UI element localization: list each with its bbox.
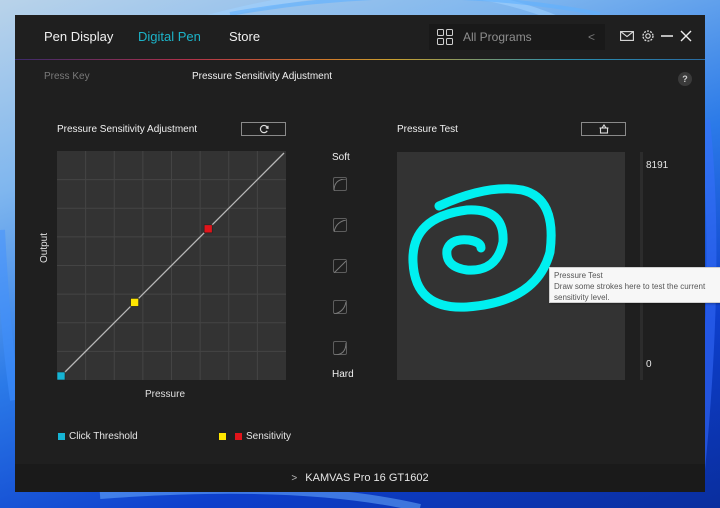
legend-click-threshold: Click Threshold: [58, 431, 138, 442]
click-threshold-label: Click Threshold: [69, 431, 138, 442]
refresh-icon: [259, 124, 269, 134]
all-programs-label: All Programs: [463, 30, 532, 44]
legend-sensitivity: Sensitivity: [219, 431, 291, 442]
device-name: KAMVAS Pro 16 GT1602: [305, 472, 429, 484]
mail-icon[interactable]: [618, 27, 636, 45]
gear-icon[interactable]: [639, 27, 657, 45]
subnav-pressure-sensitivity[interactable]: Pressure Sensitivity Adjustment: [192, 71, 332, 82]
soft-label: Soft: [332, 152, 350, 163]
pressure-curve-line: [60, 152, 285, 377]
sensitivity-high-handle[interactable]: [203, 224, 213, 234]
sensitivity-low-swatch: [219, 433, 226, 440]
chevron-right-icon: >: [291, 472, 298, 484]
pressure-min-label: 0: [646, 359, 652, 370]
preset-linear[interactable]: [333, 259, 347, 274]
header-divider: [15, 59, 705, 60]
tooltip-body: Draw some strokes here to test the curre…: [554, 282, 706, 302]
click-threshold-swatch: [58, 433, 65, 440]
device-selector[interactable]: > KAMVAS Pro 16 GT1602: [15, 464, 705, 492]
preset-hardest[interactable]: [333, 341, 347, 356]
pressure-test-canvas[interactable]: [397, 152, 625, 380]
pressure-max-label: 8191: [646, 160, 669, 171]
close-icon[interactable]: [677, 27, 695, 45]
pressure-curve-graph[interactable]: [56, 151, 286, 381]
preset-softest[interactable]: [333, 177, 347, 192]
preset-soft[interactable]: [333, 218, 347, 233]
tooltip: Pressure Test Draw some strokes here to …: [549, 267, 720, 303]
tab-pen-display[interactable]: Pen Display: [44, 29, 113, 44]
curve-panel-title: Pressure Sensitivity Adjustment: [57, 124, 198, 135]
app-window: Pen Display Digital Pen Store All Progra…: [15, 15, 705, 492]
hard-label: Hard: [332, 369, 354, 380]
reset-button[interactable]: [241, 122, 286, 136]
click-threshold-handle[interactable]: [56, 371, 66, 381]
tab-store[interactable]: Store: [229, 29, 260, 44]
clear-button[interactable]: [581, 122, 626, 136]
chevron-left-icon[interactable]: <: [588, 30, 595, 44]
x-axis-label: Pressure: [145, 389, 186, 400]
grid-icon: [437, 29, 453, 45]
drawn-stroke: [408, 184, 556, 312]
test-panel-title: Pressure Test: [397, 124, 458, 135]
y-axis-label: Output: [39, 232, 50, 263]
tab-digital-pen[interactable]: Digital Pen: [138, 29, 201, 44]
pressure-level-bar: [640, 152, 643, 380]
tooltip-title: Pressure Test: [554, 271, 603, 280]
minimize-icon[interactable]: [658, 27, 676, 45]
sensitivity-label: Sensitivity: [246, 431, 292, 442]
preset-hard[interactable]: [333, 300, 347, 315]
subnav-press-key[interactable]: Press Key: [44, 71, 90, 82]
clear-basket-icon: [599, 124, 608, 134]
title-bar: Pen Display Digital Pen Store All Progra…: [15, 15, 705, 59]
sensitivity-high-swatch: [235, 433, 242, 440]
all-programs-selector[interactable]: All Programs <: [429, 24, 605, 50]
sensitivity-low-handle[interactable]: [130, 298, 139, 307]
help-button[interactable]: ?: [678, 72, 692, 86]
